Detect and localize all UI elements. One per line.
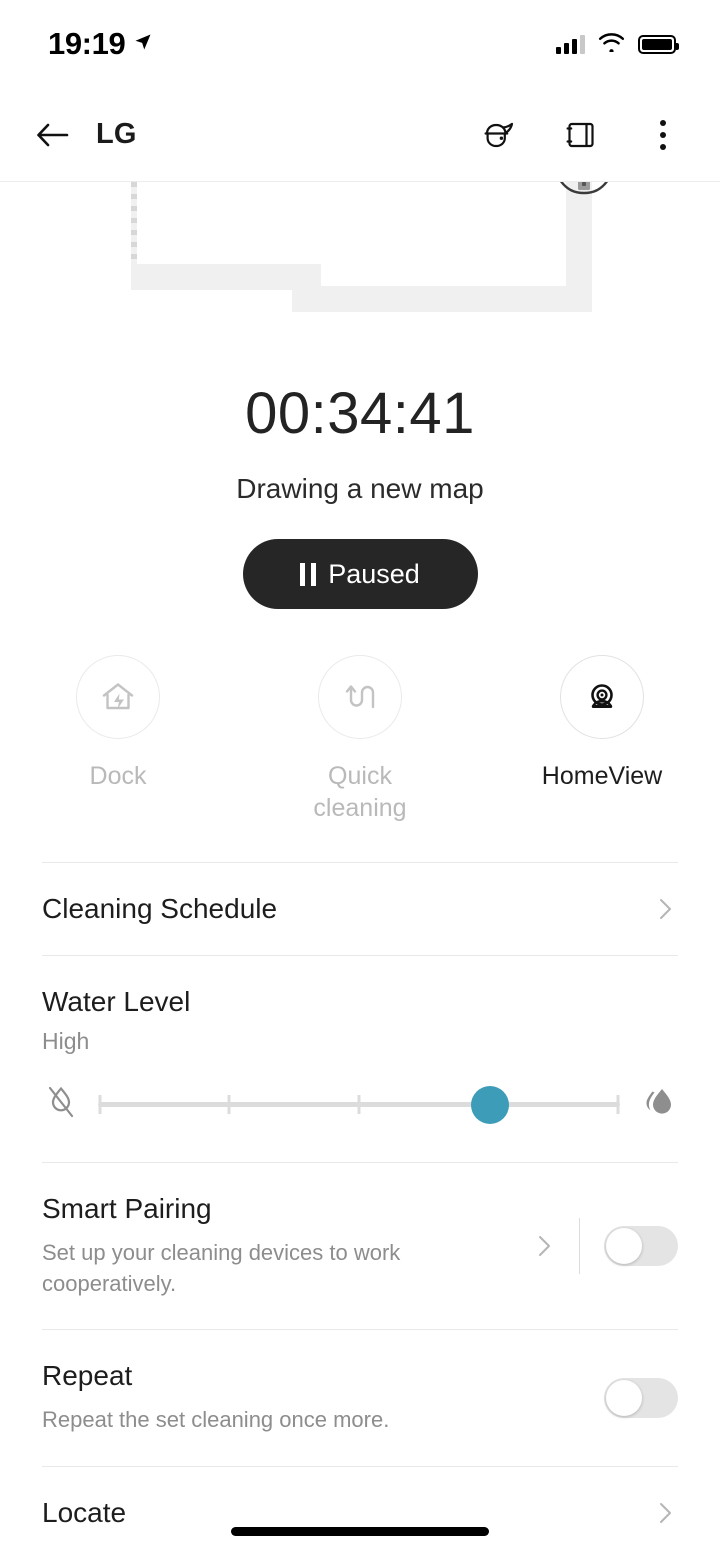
slider-tick — [227, 1095, 230, 1114]
chevron-right-icon — [652, 896, 678, 922]
repeat-toggle[interactable] — [604, 1378, 678, 1419]
camera-homeview-icon — [560, 655, 644, 739]
app-bar-actions — [476, 112, 686, 158]
water-level-slider-row — [42, 1081, 678, 1128]
cellular-signal-icon — [556, 34, 585, 54]
repeat-texts: Repeat Repeat the set cleaning once more… — [42, 1360, 604, 1435]
list-item-smart-pairing[interactable]: Smart Pairing Set up your cleaning devic… — [42, 1162, 678, 1329]
water-level-slider[interactable] — [98, 1085, 620, 1125]
vertical-divider — [579, 1218, 580, 1275]
smart-pairing-toggle[interactable] — [604, 1226, 678, 1267]
cleaning-map[interactable] — [0, 182, 720, 352]
action-quick-cleaning-label: Quick cleaning — [280, 761, 440, 824]
app-bar-left: LG — [30, 113, 137, 157]
locate-texts: Locate — [42, 1497, 652, 1529]
status-bar-right — [556, 32, 679, 57]
water-level-title: Water Level — [42, 986, 191, 1017]
quick-cleaning-path-icon — [318, 655, 402, 739]
robot-vacuum-icon[interactable] — [476, 112, 522, 158]
action-quick-cleaning-label-line1: Quick — [328, 762, 392, 790]
cleaning-status-block: 00:34:41 Drawing a new map Paused — [0, 352, 720, 609]
status-bar: 19:19 — [0, 0, 720, 88]
list-item-cleaning-schedule[interactable]: Cleaning Schedule — [42, 862, 678, 955]
app-bar: LG — [0, 88, 720, 182]
slider-tick — [357, 1095, 361, 1114]
chevron-right-icon[interactable] — [531, 1233, 557, 1259]
water-level-value: High — [42, 1028, 90, 1054]
water-droplets-icon[interactable] — [638, 1081, 678, 1128]
chevron-right-icon — [652, 1500, 678, 1526]
location-arrow-icon — [133, 32, 153, 57]
smart-pairing-subtitle: Set up your cleaning devices to work coo… — [42, 1240, 401, 1297]
action-homeview-label: HomeView — [541, 762, 663, 790]
repeat-title: Repeat — [42, 1360, 133, 1392]
dock-home-charge-icon — [76, 655, 160, 739]
settings-list: Cleaning Schedule Water Level High Smart… — [42, 862, 678, 1559]
wifi-icon — [598, 32, 625, 57]
action-quick-cleaning[interactable]: Quick cleaning — [280, 655, 440, 824]
action-homeview[interactable]: HomeView — [522, 655, 682, 824]
battery-full-icon — [638, 34, 679, 54]
action-dock[interactable]: Dock — [38, 655, 198, 824]
cleaning-status-text: Drawing a new map — [236, 473, 484, 504]
pause-icon — [300, 562, 317, 586]
map-panel-icon[interactable] — [558, 112, 604, 158]
quick-action-row: Dock Quick cleaning HomeView — [0, 655, 720, 824]
pause-resume-button[interactable]: Paused — [242, 539, 478, 609]
map-dotted-edge — [131, 182, 137, 270]
repeat-subtitle: Repeat the set cleaning once more. — [42, 1407, 390, 1433]
status-bar-left: 19:19 — [48, 26, 153, 62]
cleaning-timer: 00:34:41 — [245, 381, 475, 446]
home-indicator[interactable] — [231, 1527, 489, 1536]
overflow-menu-icon[interactable] — [640, 112, 686, 158]
slider-thumb[interactable] — [470, 1085, 509, 1124]
list-item-locate[interactable]: Locate — [42, 1465, 678, 1559]
list-item-water-level: Water Level High — [42, 955, 678, 1162]
cleaning-schedule-texts: Cleaning Schedule — [42, 893, 652, 925]
locate-title: Locate — [42, 1496, 127, 1528]
robot-marker-icon — [556, 182, 612, 204]
page-title: LG — [96, 118, 137, 150]
smart-pairing-title: Smart Pairing — [42, 1193, 212, 1224]
slider-tick — [616, 1095, 620, 1114]
action-quick-cleaning-label-line2: cleaning — [313, 793, 407, 822]
water-off-icon[interactable] — [42, 1081, 80, 1128]
slider-tick — [98, 1095, 102, 1114]
toggle-knob — [606, 1380, 642, 1417]
cleaning-schedule-title: Cleaning Schedule — [42, 893, 278, 924]
list-item-repeat[interactable]: Repeat Repeat the set cleaning once more… — [42, 1329, 678, 1465]
smart-pairing-texts: Smart Pairing Set up your cleaning devic… — [42, 1193, 531, 1299]
map-wall — [292, 286, 592, 312]
action-dock-label: Dock — [89, 762, 147, 790]
pause-button-label: Paused — [328, 558, 420, 589]
status-bar-clock: 19:19 — [48, 26, 126, 61]
back-arrow-icon[interactable] — [30, 113, 74, 157]
toggle-knob — [606, 1228, 642, 1265]
